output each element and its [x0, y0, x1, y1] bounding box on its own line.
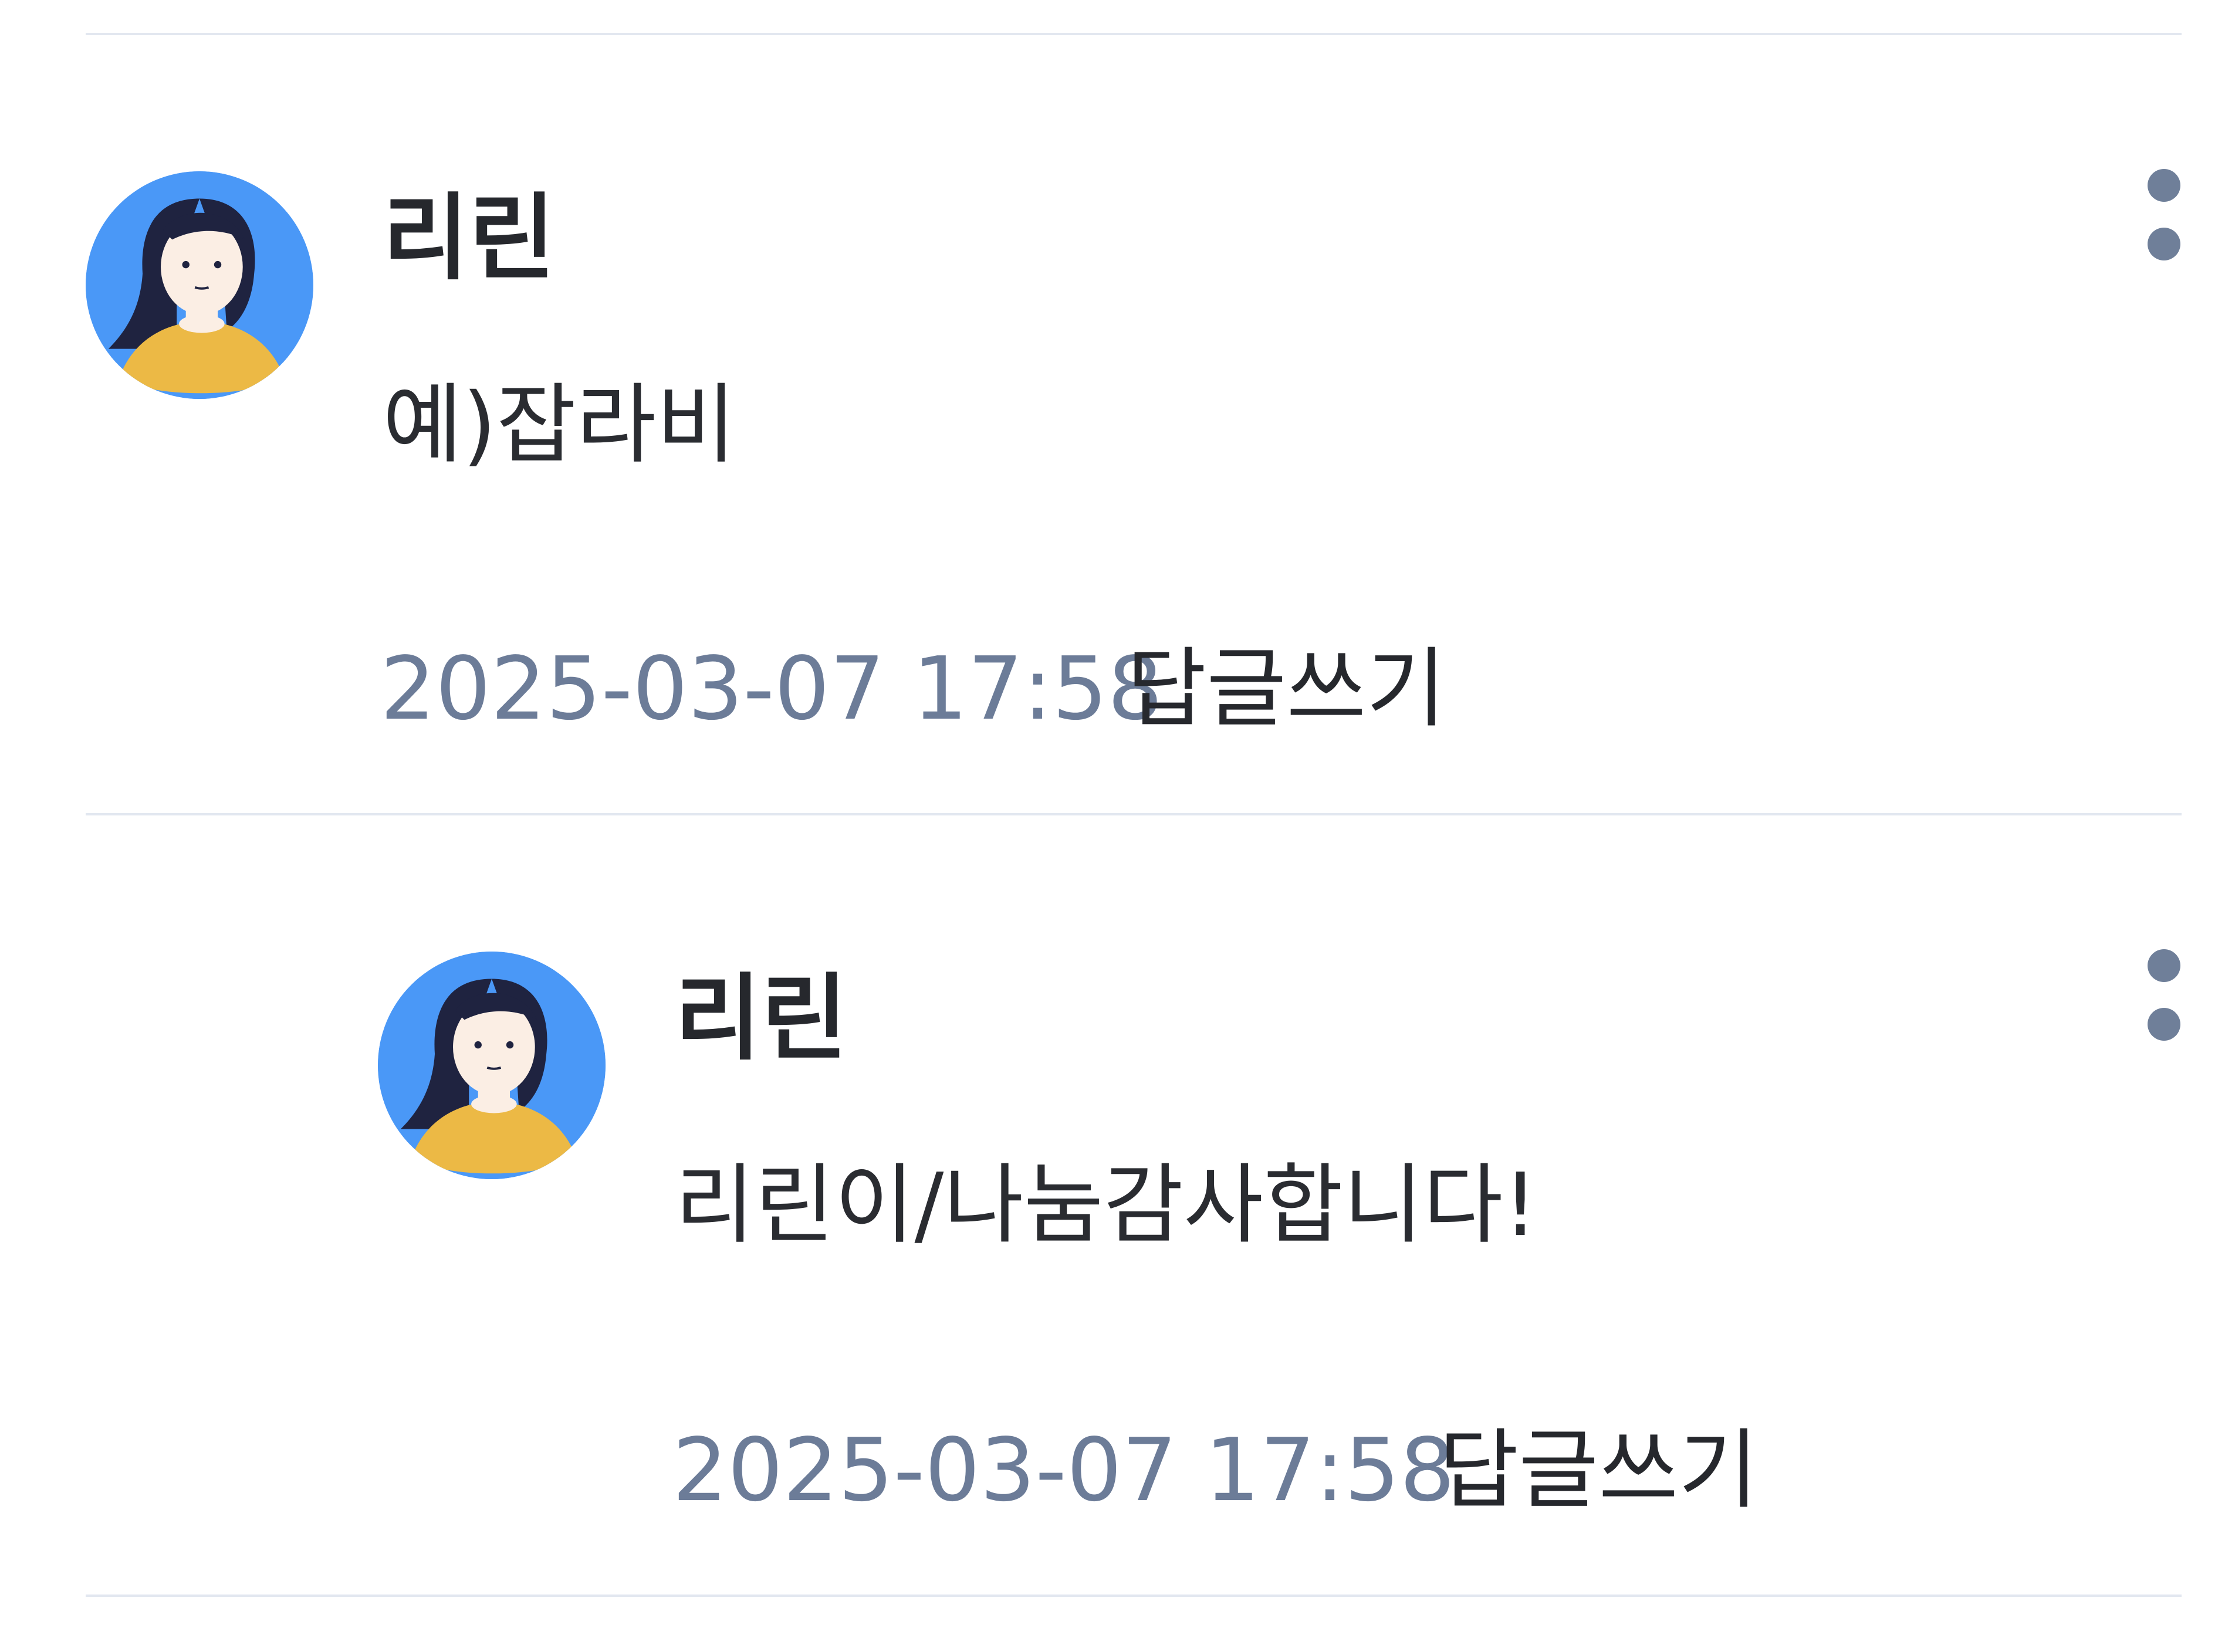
more-options-icon[interactable]: [2129, 945, 2199, 1062]
comment-author[interactable]: 리린: [675, 971, 847, 1065]
more-dot: [2148, 949, 2180, 982]
reply-button[interactable]: 답글쓰기: [1439, 1427, 1759, 1514]
more-dot: [2148, 228, 2180, 260]
comment-timestamp: 2025-03-07 17:58: [672, 1420, 1455, 1521]
reply-button[interactable]: 답글쓰기: [1127, 645, 1446, 732]
comment-author[interactable]: 리린: [383, 191, 555, 285]
comment-text: 예)잡라비: [383, 374, 736, 475]
more-options-icon[interactable]: [2129, 164, 2199, 282]
divider-top: [86, 33, 2182, 35]
woman-avatar-icon: [378, 952, 606, 1179]
woman-avatar-icon: [86, 171, 313, 399]
more-dot: [2148, 169, 2180, 202]
avatar[interactable]: [86, 171, 313, 399]
divider-middle: [86, 813, 2182, 815]
divider-bottom: [86, 1595, 2182, 1597]
comment-text: 리린이/나눔감사합니다!: [675, 1155, 1538, 1255]
more-dot: [2148, 1008, 2180, 1041]
comment-timestamp: 2025-03-07 17:58: [380, 638, 1163, 739]
avatar[interactable]: [378, 952, 606, 1179]
